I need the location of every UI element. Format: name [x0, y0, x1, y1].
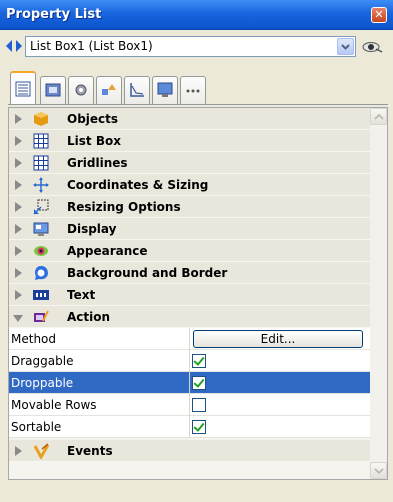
chevron-down-icon	[374, 468, 384, 475]
group-display[interactable]: Display	[9, 218, 370, 240]
object-select-value: List Box1 (List Box1)	[30, 39, 153, 53]
collapse-arrow-icon[interactable]	[13, 315, 23, 322]
gridlines-icon	[33, 155, 49, 171]
tab-monitor[interactable]	[152, 76, 178, 104]
list-box-icon	[33, 133, 49, 149]
property-list-window: Property List ✕ List Box1 (List Box1) Ob…	[0, 0, 393, 502]
droppable-checkbox[interactable]	[192, 376, 206, 390]
group-appearance[interactable]: Appearance	[9, 240, 370, 262]
expand-arrow-icon[interactable]	[15, 114, 22, 124]
group-resizing-options[interactable]: Resizing Options	[9, 196, 370, 218]
objects-icon	[34, 112, 48, 126]
expand-arrow-icon[interactable]	[15, 446, 22, 456]
column-divider[interactable]	[189, 394, 190, 416]
events-icon	[33, 443, 49, 459]
expand-arrow-icon[interactable]	[15, 180, 22, 190]
group-label: Gridlines	[67, 156, 128, 170]
title-bar[interactable]: Property List ✕	[0, 0, 393, 30]
tab-strip-divider	[8, 104, 388, 105]
settings-tab-icon	[75, 84, 87, 96]
group-label: Text	[67, 288, 96, 302]
group-label: Display	[67, 222, 117, 236]
graph-tab-icon	[130, 83, 144, 97]
expand-arrow-icon[interactable]	[15, 268, 22, 278]
tab-form[interactable]	[40, 76, 66, 104]
tab-settings[interactable]	[68, 76, 94, 104]
group-objects[interactable]: Objects	[9, 108, 370, 130]
close-icon: ✕	[374, 8, 384, 21]
property-label: Draggable	[11, 354, 74, 368]
form-tab-icon	[45, 83, 61, 97]
draggable-checkbox[interactable]	[192, 354, 206, 368]
property-row-movable-rows[interactable]: Movable Rows	[9, 394, 370, 416]
group-action[interactable]: Action	[9, 306, 370, 328]
monitor-tab-icon	[157, 82, 173, 97]
group-background-border[interactable]: Background and Border	[9, 262, 370, 284]
scroll-down-button[interactable]	[370, 462, 387, 479]
movable-rows-checkbox[interactable]	[192, 398, 206, 412]
vertical-scrollbar[interactable]	[370, 108, 387, 479]
nav-arrows-icon[interactable]	[6, 39, 22, 53]
property-row-draggable[interactable]: Draggable	[9, 350, 370, 372]
group-gridlines[interactable]: Gridlines	[9, 152, 370, 174]
column-divider[interactable]	[189, 350, 190, 372]
tab-graph[interactable]	[124, 76, 150, 104]
property-row-method[interactable]: Method Edit...	[9, 328, 370, 350]
property-grid: Objects List Box Gridlines Coordinates &…	[8, 107, 388, 480]
expand-arrow-icon[interactable]	[15, 202, 22, 212]
scroll-up-button[interactable]	[370, 108, 387, 125]
group-events[interactable]: Events	[9, 440, 370, 462]
window-title: Property List	[6, 7, 102, 22]
expand-arrow-icon[interactable]	[15, 158, 22, 168]
group-label: Objects	[67, 112, 119, 126]
property-label: Method	[11, 332, 57, 346]
background-border-icon	[35, 266, 48, 280]
close-button[interactable]: ✕	[371, 7, 387, 23]
expand-arrow-icon[interactable]	[15, 246, 22, 256]
status-bar	[0, 482, 393, 502]
property-label: Droppable	[11, 376, 74, 390]
appearance-icon	[34, 246, 48, 256]
tab-strip	[0, 64, 393, 106]
tab-shapes[interactable]	[96, 76, 122, 104]
group-label: List Box	[67, 134, 121, 148]
group-label: Events	[67, 444, 113, 458]
group-list-box[interactable]: List Box	[9, 130, 370, 152]
group-label: Appearance	[67, 244, 148, 258]
group-label: Background and Border	[67, 266, 228, 280]
column-divider[interactable]	[189, 328, 190, 350]
expand-arrow-icon[interactable]	[15, 290, 22, 300]
display-icon	[33, 222, 49, 236]
coordinates-icon	[33, 177, 49, 193]
eye-icon[interactable]	[362, 40, 384, 54]
chevron-up-icon	[374, 113, 384, 120]
shapes-tab-icon	[102, 84, 116, 95]
column-divider[interactable]	[189, 372, 190, 394]
group-label: Coordinates & Sizing	[67, 178, 209, 192]
property-label: Movable Rows	[11, 398, 97, 412]
property-label: Sortable	[11, 420, 62, 434]
object-select[interactable]: List Box1 (List Box1)	[25, 36, 356, 57]
column-divider[interactable]	[189, 416, 190, 438]
method-edit-button[interactable]: Edit...	[193, 330, 363, 348]
group-text[interactable]: Text	[9, 284, 370, 306]
tab-more[interactable]	[180, 76, 206, 104]
property-row-sortable[interactable]: Sortable	[9, 416, 370, 438]
tab-properties[interactable]	[10, 71, 36, 105]
properties-tab-icon	[15, 81, 31, 97]
group-coordinates-sizing[interactable]: Coordinates & Sizing	[9, 174, 370, 196]
action-icon	[34, 310, 49, 322]
expand-arrow-icon[interactable]	[15, 224, 22, 234]
chevron-down-icon[interactable]	[337, 38, 354, 55]
expand-arrow-icon[interactable]	[15, 136, 22, 146]
sortable-checkbox[interactable]	[192, 420, 206, 434]
group-label: Action	[67, 310, 111, 324]
resizing-icon	[33, 199, 49, 215]
object-selector-row: List Box1 (List Box1)	[0, 34, 393, 62]
more-tab-icon	[186, 89, 200, 93]
group-label: Resizing Options	[67, 200, 181, 214]
text-icon	[33, 290, 49, 300]
property-row-droppable[interactable]: Droppable	[9, 372, 370, 394]
